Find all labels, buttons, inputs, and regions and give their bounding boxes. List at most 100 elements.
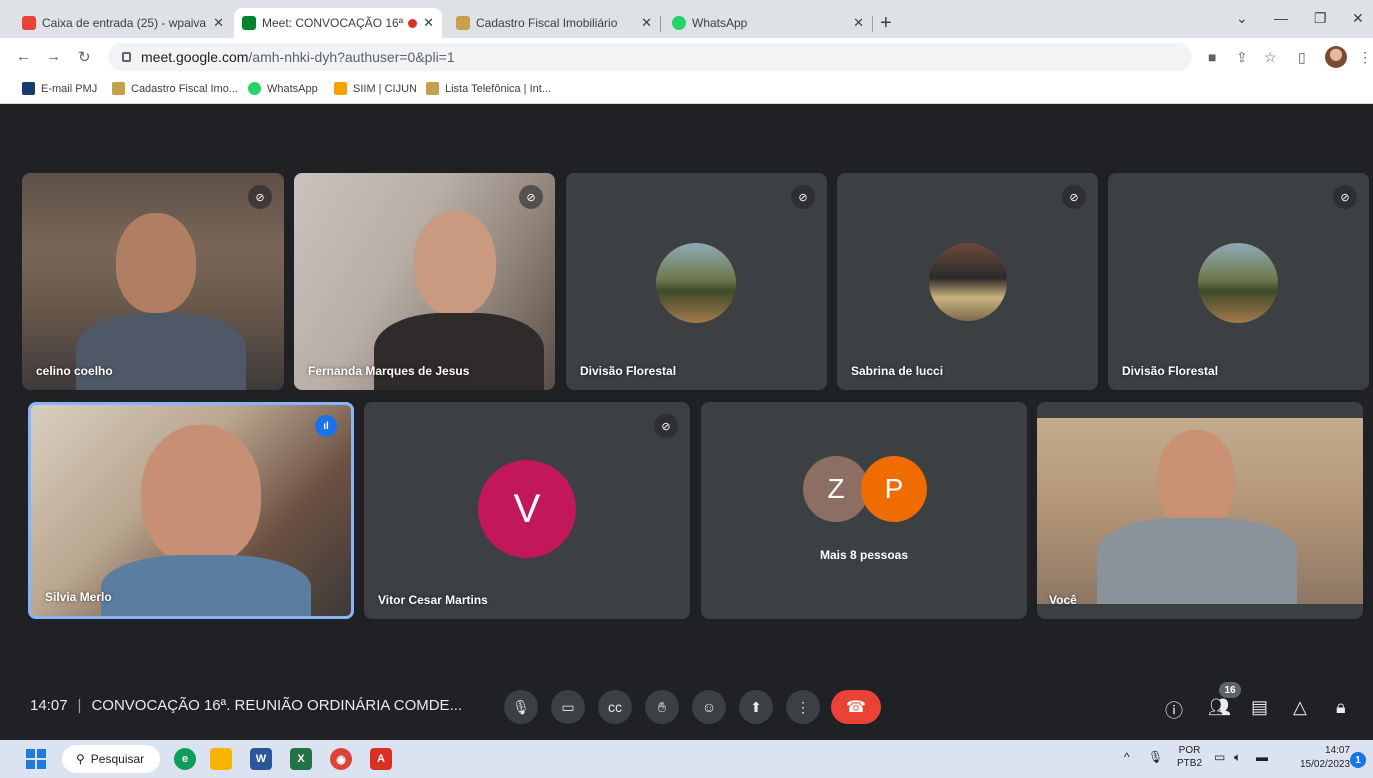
- emoji-icon[interactable]: ☺: [692, 690, 726, 724]
- clock-time: 14:07: [1325, 745, 1351, 756]
- hangup-icon[interactable]: ☎︎: [831, 690, 881, 724]
- window-close-icon[interactable]: ✕: [1352, 10, 1364, 27]
- participant-name: Silvia Merlo: [45, 590, 112, 604]
- minimize-icon[interactable]: —: [1274, 10, 1288, 26]
- mic-icon[interactable]: 🎙︎: [504, 690, 538, 724]
- url-field[interactable]: meet.google.com/amh-nhki-dyh?authuser=0&…: [108, 43, 1192, 71]
- reload-icon[interactable]: ↻: [78, 48, 91, 66]
- tab-title: WhatsApp: [692, 16, 748, 30]
- participant-tile-sabrina[interactable]: ⊘ Sabrina de lucci: [837, 173, 1098, 390]
- excel-icon[interactable]: X: [290, 748, 312, 770]
- mic-off-icon: ⊘: [248, 185, 272, 209]
- tab-gmail[interactable]: Caixa de entrada (25) - wpaiva@ ✕: [14, 8, 232, 38]
- search-icon: ⚲: [76, 752, 85, 766]
- tab-search-icon[interactable]: ⌄: [1236, 10, 1248, 27]
- bookmark-label: Cadastro Fiscal Imo...: [131, 82, 238, 95]
- captions-icon[interactable]: cc: [598, 690, 632, 724]
- host-controls-icon[interactable]: 🔒︎: [1336, 697, 1346, 718]
- tab-title: Meet: CONVOCAÇÃO 16ª. RE: [262, 16, 404, 30]
- participant-avatar: [656, 243, 736, 323]
- restore-icon[interactable]: ❐: [1314, 10, 1327, 27]
- file-explorer-icon[interactable]: [210, 748, 232, 770]
- bookmark-star-icon[interactable]: ☆: [1264, 49, 1277, 66]
- camera-in-use-icon[interactable]: ■: [1208, 49, 1216, 65]
- tab-separator: [660, 16, 661, 32]
- taskbar-search[interactable]: ⚲ Pesquisar: [62, 745, 160, 773]
- lock-icon: [122, 52, 131, 62]
- chat-icon[interactable]: ▤: [1251, 697, 1268, 718]
- participant-tile-self[interactable]: Você: [1037, 402, 1363, 619]
- word-icon[interactable]: W: [250, 748, 272, 770]
- gmail-icon: [22, 16, 36, 30]
- bookmark-label: WhatsApp: [267, 82, 318, 95]
- chrome-icon[interactable]: ◉: [330, 748, 352, 770]
- windows-start-icon[interactable]: [26, 749, 46, 769]
- participant-name: Divisão Florestal: [1122, 364, 1219, 378]
- new-tab-icon[interactable]: +: [880, 12, 892, 35]
- tray-expand-icon[interactable]: ^: [1124, 750, 1130, 764]
- participant-tile-vitor[interactable]: V ⊘ Vitor Cesar Martins: [364, 402, 690, 619]
- activities-icon[interactable]: △: [1293, 697, 1307, 718]
- bookmark-cadastro-fiscal[interactable]: Cadastro Fiscal Imo...: [112, 82, 238, 95]
- mic-off-icon: ⊘: [519, 185, 543, 209]
- notification-badge[interactable]: 1: [1350, 752, 1366, 768]
- mic-off-icon: ⊘: [1062, 185, 1086, 209]
- bookmark-siim[interactable]: SIIM | CIJUN: [334, 82, 417, 95]
- whatsapp-icon: [672, 16, 686, 30]
- participant-tile-silvia[interactable]: ıl Silvia Merlo: [28, 402, 354, 619]
- participant-avatar: P: [861, 456, 927, 522]
- people-icon[interactable]: 👥︎: [1208, 697, 1231, 718]
- bookmark-email-pmj[interactable]: E-mail PMJ: [22, 82, 97, 95]
- close-icon[interactable]: ✕: [423, 15, 434, 31]
- present-screen-icon[interactable]: ⬆: [739, 690, 773, 724]
- network-icon[interactable]: ▭: [1214, 750, 1225, 764]
- tab-whatsapp[interactable]: WhatsApp ✕: [664, 8, 872, 38]
- more-options-icon[interactable]: ⋮: [786, 690, 820, 724]
- participant-name: celino coelho: [36, 364, 113, 378]
- bookmark-label: Lista Telefônica | Int...: [445, 82, 551, 95]
- menu-dots-icon[interactable]: ⋮: [1358, 49, 1372, 66]
- participant-name: Fernanda Marques de Jesus: [308, 364, 470, 378]
- lang-line-2: PTB2: [1177, 758, 1203, 769]
- participant-avatar: [929, 243, 1007, 321]
- participant-video-body: [1097, 518, 1297, 604]
- tab-cadastro[interactable]: Cadastro Fiscal Imobiliário ✕: [448, 8, 660, 38]
- volume-icon[interactable]: 🔈︎: [1234, 750, 1241, 765]
- participant-tile-celino[interactable]: ⊘ celino coelho: [22, 173, 284, 390]
- raise-hand-icon[interactable]: ✋︎: [645, 690, 679, 724]
- participant-tile-more-people[interactable]: Z P Mais 8 pessoas: [701, 402, 1027, 619]
- info-icon[interactable]: ⓘ: [1165, 697, 1183, 723]
- camera-icon[interactable]: ▭: [551, 690, 585, 724]
- bookmark-lista-telefonica[interactable]: Lista Telefônica | Int...: [426, 82, 551, 95]
- side-panel-icon[interactable]: ▯: [1298, 49, 1306, 66]
- bookmarks-bar: E-mail PMJ Cadastro Fiscal Imo... WhatsA…: [0, 76, 1373, 104]
- back-icon[interactable]: ←: [16, 48, 31, 65]
- participant-video: [414, 211, 496, 315]
- participant-tile-divisao-florestal-2[interactable]: ⊘ Divisão Florestal: [1108, 173, 1369, 390]
- forward-icon[interactable]: →: [46, 48, 61, 65]
- mic-off-icon: ⊘: [791, 185, 815, 209]
- close-icon[interactable]: ✕: [213, 15, 224, 31]
- close-icon[interactable]: ✕: [641, 15, 652, 31]
- tray-mic-icon[interactable]: 🎙︎: [1148, 750, 1163, 764]
- meet-icon: [242, 16, 256, 30]
- close-icon[interactable]: ✕: [853, 15, 864, 31]
- acrobat-icon[interactable]: A: [370, 748, 392, 770]
- whatsapp-icon: [248, 82, 261, 95]
- bookmark-whatsapp[interactable]: WhatsApp: [248, 82, 318, 95]
- edge-icon[interactable]: e: [174, 748, 196, 770]
- tab-meet[interactable]: Meet: CONVOCAÇÃO 16ª. RE ✕: [234, 8, 442, 38]
- taskbar-clock[interactable]: 14:07 15/02/2023: [1300, 744, 1350, 772]
- participant-tile-divisao-florestal-1[interactable]: ⊘ Divisão Florestal: [566, 173, 827, 390]
- participant-name: Sabrina de lucci: [851, 364, 944, 378]
- url-path: /amh-nhki-dyh?authuser=0&pli=1: [248, 49, 455, 65]
- participant-tile-fernanda[interactable]: ⊘ Fernanda Marques de Jesus: [294, 173, 555, 390]
- lang-line-1: POR: [1178, 745, 1201, 756]
- email-icon: [22, 82, 35, 95]
- keyboard-language[interactable]: POR PTB2: [1177, 744, 1202, 770]
- clock-date: 15/02/2023: [1300, 759, 1351, 770]
- participant-video: [141, 425, 261, 565]
- profile-avatar[interactable]: [1325, 46, 1347, 68]
- share-icon[interactable]: ⇪: [1236, 49, 1248, 66]
- battery-icon[interactable]: ▬: [1256, 750, 1268, 764]
